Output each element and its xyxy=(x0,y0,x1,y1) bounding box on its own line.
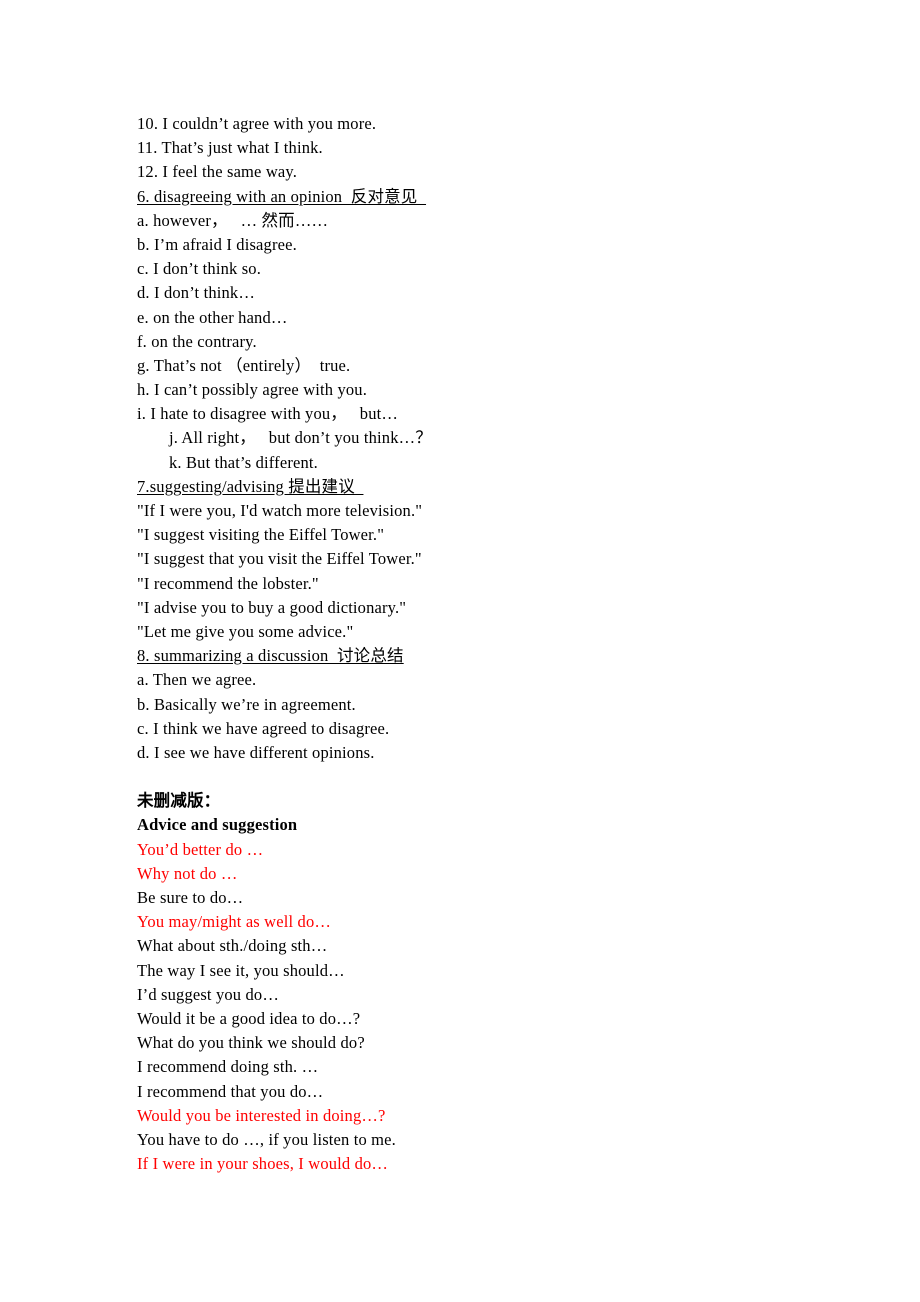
document-line: I’d suggest you do… xyxy=(137,984,279,1004)
section-section-7-suggesting: 7.suggesting/advising 提出建议 "If I were yo… xyxy=(137,475,837,644)
document-line: "I suggest that you visit the Eiffel Tow… xyxy=(137,549,422,569)
document-line: c. I don’t think so. xyxy=(137,259,261,279)
document-body: 10. I couldn’t agree with you more. 11. T… xyxy=(137,112,837,1176)
section-section-6-disagreeing: 6. disagreeing with an opinion 反对意见 a. h… xyxy=(137,185,837,475)
document-line: i. I hate to disagree with you， but… xyxy=(137,404,399,424)
document-line: "If I were you, I'd watch more televisio… xyxy=(137,501,423,520)
section-heading: 6. disagreeing with an opinion 反对意见 xyxy=(137,186,427,206)
document-line: "I recommend the lobster." xyxy=(137,573,319,593)
document-line: j. All right， but don’t you think…？ xyxy=(169,428,432,448)
section-agreeing-tail: 10. I couldn’t agree with you more. 11. T… xyxy=(137,112,837,185)
document-line: "I advise you to buy a good dictionary." xyxy=(137,597,407,617)
document-line: e. on the other hand… xyxy=(137,307,288,327)
document-line: Would you be interested in doing…? xyxy=(137,1105,386,1125)
document-line: I recommend doing sth. … xyxy=(137,1057,319,1077)
document-line: I recommend that you do… xyxy=(137,1081,324,1101)
document-line: d. I don’t think… xyxy=(137,283,255,303)
section-uncut-version: 未删减版： Advice and suggestion You’d better d… xyxy=(137,789,837,1176)
document-line: Why not do … xyxy=(137,863,238,883)
document-line: b. Basically we’re in agreement. xyxy=(137,694,356,714)
document-line: The way I see it, you should… xyxy=(137,960,345,980)
document-line: "I suggest visiting the Eiffel Tower." xyxy=(137,525,385,545)
document-line: d. I see we have different opinions. xyxy=(137,742,375,762)
document-line: You have to do …, if you listen to me. xyxy=(137,1129,396,1149)
document-line: k. But that’s different. xyxy=(169,452,318,472)
document-line: g. That’s not （entirely） true. xyxy=(137,355,351,375)
document-line: 10. I couldn’t agree with you more. xyxy=(137,114,377,133)
section-section-8-summarizing: 8. summarizing a discussion 讨论总结 a. Then … xyxy=(137,644,837,765)
document-line: f. on the contrary. xyxy=(137,331,257,351)
document-line: a. Then we agree. xyxy=(137,670,257,690)
document-line: You may/might as well do… xyxy=(137,912,332,932)
document-line: What about sth./doing sth… xyxy=(137,936,328,956)
document-line: 12. I feel the same way. xyxy=(137,162,298,182)
document-line: If I were in your shoes, I would do… xyxy=(137,1154,389,1174)
document-page: 10. I couldn’t agree with you more. 11. T… xyxy=(0,0,920,1302)
section-heading: 8. summarizing a discussion 讨论总结 xyxy=(137,646,404,666)
document-line: Would it be a good idea to do…? xyxy=(137,1008,361,1028)
document-line: You’d better do … xyxy=(137,839,264,859)
document-line: b. I’m afraid I disagree. xyxy=(137,234,297,254)
document-line: Be sure to do… xyxy=(137,888,244,907)
document-line: "Let me give you some advice." xyxy=(137,621,354,641)
document-line: 未删减版： xyxy=(137,791,221,811)
document-line: 11. That’s just what I think. xyxy=(137,138,323,158)
document-line: h. I can’t possibly agree with you. xyxy=(137,380,368,400)
document-line: Advice and suggestion xyxy=(137,815,298,835)
section-heading: 7.suggesting/advising 提出建议 xyxy=(137,476,364,496)
document-line: a. however， … 然而…… xyxy=(137,210,329,230)
document-line: What do you think we should do? xyxy=(137,1033,365,1053)
document-line: c. I think we have agreed to disagree. xyxy=(137,718,390,738)
